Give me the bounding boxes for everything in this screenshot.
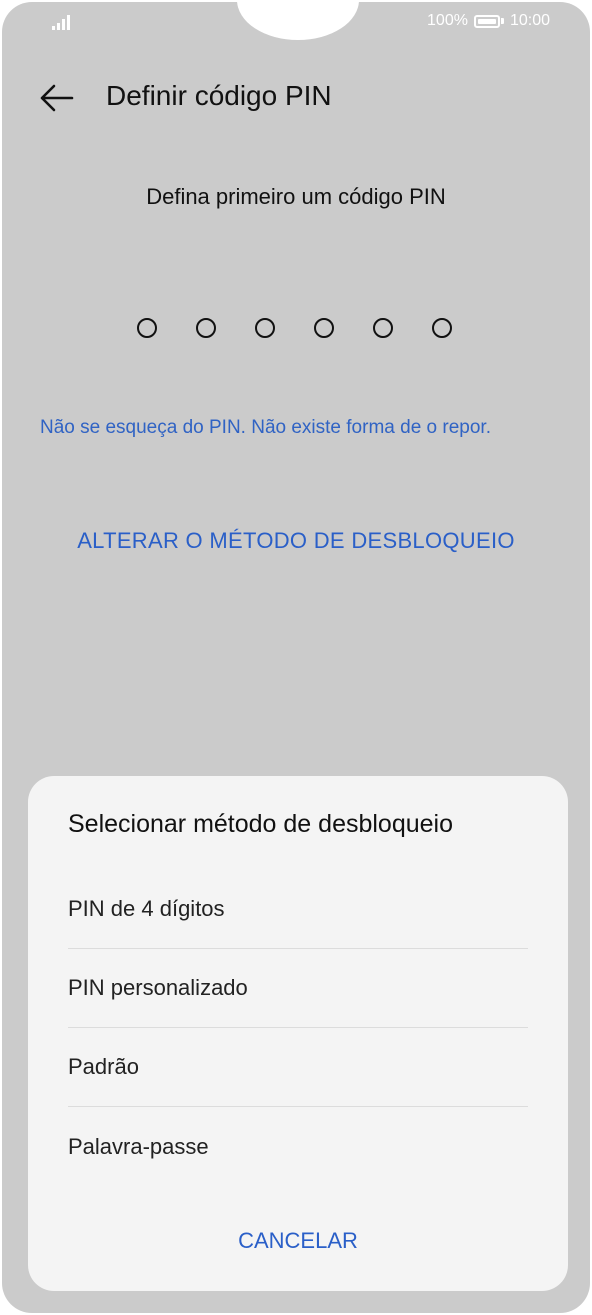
- battery-body: [473, 14, 500, 28]
- battery-percent: 100%: [427, 12, 468, 29]
- pin-dot: [196, 318, 216, 338]
- app-header: Definir código PIN: [2, 62, 590, 132]
- unlock-method-sheet: Selecionar método de desbloqueio PIN de …: [28, 776, 568, 1291]
- arrow-left-icon: [40, 84, 74, 112]
- pin-dot: [314, 318, 334, 338]
- battery-icon: [473, 14, 504, 28]
- pin-dot: [255, 318, 275, 338]
- option-password[interactable]: Palavra-passe: [68, 1107, 528, 1186]
- signal-icon: [52, 15, 70, 30]
- pin-entry-dots: [137, 318, 452, 338]
- option-custom-pin[interactable]: PIN personalizado: [68, 949, 528, 1028]
- pin-instruction: Defina primeiro um código PIN: [146, 184, 446, 209]
- pin-dot: [373, 318, 393, 338]
- clock: 10:00: [509, 12, 550, 29]
- screen: 100% 10:00 Definir código PIN Defina pri…: [2, 2, 590, 1313]
- pin-dot: [432, 318, 452, 338]
- unlock-method-list: PIN de 4 dígitos PIN personalizado Padrã…: [68, 870, 528, 1186]
- status-bar: 100% 10:00: [2, 2, 590, 42]
- pin-warning: Não se esqueça do PIN. Não existe forma …: [40, 417, 491, 438]
- option-4-digit-pin[interactable]: PIN de 4 dígitos: [68, 870, 528, 949]
- change-unlock-method-button[interactable]: ALTERAR O MÉTODO DE DESBLOQUEIO: [2, 528, 590, 554]
- back-button[interactable]: [32, 74, 80, 122]
- battery-fill: [477, 18, 496, 24]
- page-title: Definir código PIN: [106, 80, 332, 111]
- status-right: 100% 10:00: [427, 12, 550, 30]
- pin-dot: [137, 318, 157, 338]
- option-pattern[interactable]: Padrão: [68, 1028, 528, 1107]
- phone-frame: 100% 10:00 Definir código PIN Defina pri…: [0, 0, 592, 1315]
- cancel-button[interactable]: CANCELAR: [28, 1228, 568, 1254]
- sheet-title: Selecionar método de desbloqueio: [68, 810, 453, 838]
- battery-tip: [500, 18, 504, 24]
